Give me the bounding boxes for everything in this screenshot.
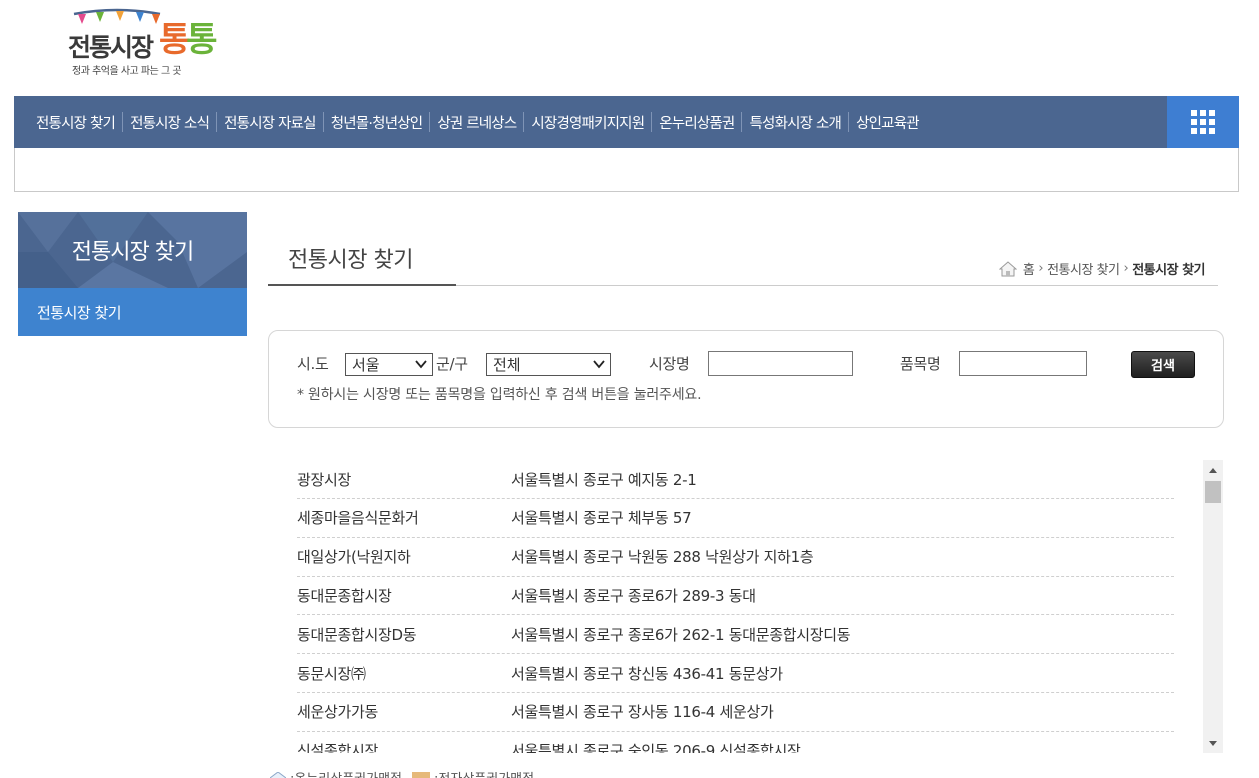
logo-main-text: 전통시장 (68, 33, 154, 62)
logo-accent-1: 통 (159, 20, 190, 60)
gift-voucher-icon (270, 771, 286, 778)
nav-item-label: 온누리상품권 (659, 115, 735, 132)
chevron-down-icon (593, 360, 605, 369)
grid-menu-icon (1191, 110, 1215, 134)
legend-item-1: :온누리상품권가맹점 (290, 768, 402, 778)
item-name-input[interactable] (959, 351, 1087, 376)
nav-item-4[interactable]: 상권 르네상스 (422, 112, 517, 133)
search-panel: 시.도 서울 군/구 전체 시장명 품목명 검색 * 원하시는 시장명 또는 품… (268, 330, 1224, 428)
breadcrumb-current: 전통시장 찾기 (1132, 263, 1205, 278)
sidebar-item-market-search[interactable]: 전통시장 찾기 (18, 288, 247, 336)
table-row[interactable]: 광장시장 서울특별시 종로구 예지동 2-1 (297, 460, 1174, 499)
table-row[interactable]: 동문시장㈜ 서울특별시 종로구 창신동 436-41 동문상가 (297, 654, 1174, 693)
e-voucher-icon (412, 772, 431, 778)
nav-separator (216, 112, 218, 132)
market-name[interactable]: 대일상가(낙원지하 (297, 546, 511, 567)
nav-item-label: 청년몰·청년상인 (330, 115, 423, 132)
market-address: 서울특별시 종로구 낙원동 288 낙원상가 지하1층 (511, 548, 814, 567)
market-name[interactable]: 동문시장㈜ (297, 663, 511, 684)
site-logo[interactable]: 전통시장 통통 정과 추억을 사고 파는 그 곳 (66, 6, 218, 78)
market-result-list: 광장시장 서울특별시 종로구 예지동 2-1 세종마을음식문화거 서울특별시 종로구 … (268, 460, 1224, 753)
breadcrumb: 홈 › 전통시장 찾기 › 전통시장 찾기 (998, 259, 1205, 278)
search-button[interactable]: 검색 (1131, 351, 1195, 378)
table-row[interactable]: 동대문종합시장 서울특별시 종로구 종로6가 289-3 동대 (297, 576, 1174, 616)
nav-item-5[interactable]: 시장경영패키지지원 (516, 112, 645, 133)
market-name[interactable]: 동대문종합시장 (297, 585, 511, 606)
nav-item-label: 상인교육관 (856, 115, 919, 132)
gungu-select-value: 전체 (493, 356, 521, 374)
scrollbar-thumb[interactable] (1205, 481, 1221, 503)
nav-separator (741, 112, 743, 132)
sidebar-title: 전통시장 찾기 (71, 240, 194, 265)
list-scrollbar[interactable] (1203, 460, 1223, 753)
main-nav-list: 전통시장 찾기 전통시장 소식 전통시장 자료실 청년몰·청년상인 상권 르네상스 시장경… (14, 96, 1239, 148)
table-row[interactable]: 동대문종합시장D동 서울특별시 종로구 종로6가 262-1 동대문종합시장디동 (297, 615, 1174, 655)
gungu-label: 군/구 (436, 355, 468, 373)
market-address: 서울특별시 종로구 예지동 2-1 (511, 470, 697, 489)
title-divider (456, 285, 1218, 286)
sido-select[interactable]: 서울 (345, 353, 433, 376)
nav-separator (848, 112, 850, 132)
logo-accent-2: 통 (186, 20, 217, 60)
item-name-label: 품목명 (900, 355, 941, 373)
breadcrumb-home[interactable]: 홈 (1023, 259, 1035, 278)
table-row[interactable]: 세운상가가동 서울특별시 종로구 장사동 116-4 세운상가 (297, 693, 1174, 732)
market-address: 서울특별시 종로구 체부동 57 (511, 509, 692, 528)
nav-separator (429, 112, 431, 132)
grid-menu-button[interactable] (1167, 96, 1239, 148)
nav-item-label: 시장경영패키지지원 (531, 115, 645, 132)
market-address: 서울특별시 종로구 종로6가 262-1 동대문종합시장디동 (511, 625, 851, 644)
market-name[interactable]: 광장시장 (297, 469, 511, 490)
table-row[interactable]: 신설종합시장 서울특별시 종로구 숭인동 206-9 신설종합시장 (297, 732, 1174, 753)
gungu-select[interactable]: 전체 (486, 353, 611, 376)
sido-label: 시.도 (297, 355, 329, 373)
nav-item-3[interactable]: 청년몰·청년상인 (316, 112, 423, 133)
market-address: 서울특별시 종로구 종로6가 289-3 동대 (511, 586, 756, 605)
nav-item-1[interactable]: 전통시장 소식 (115, 112, 210, 133)
scroll-up-icon[interactable] (1203, 462, 1223, 478)
table-row[interactable]: 세종마을음식문화거 서울특별시 종로구 체부동 57 (297, 499, 1174, 538)
sub-menu-bar (14, 148, 1239, 192)
nav-item-6[interactable]: 온누리상품권 (644, 112, 735, 133)
market-name[interactable]: 신설종합시장 (297, 740, 511, 753)
nav-item-label: 특성화시장 소개 (749, 115, 842, 132)
nav-item-0[interactable]: 전통시장 찾기 (36, 112, 116, 133)
home-icon[interactable] (998, 260, 1017, 277)
nav-item-label: 전통시장 소식 (130, 115, 210, 132)
market-name[interactable]: 동대문종합시장D동 (297, 624, 511, 645)
breadcrumb-level1[interactable]: 전통시장 찾기 (1047, 259, 1120, 278)
market-address: 서울특별시 종로구 장사동 116-4 세운상가 (511, 703, 774, 722)
market-name[interactable]: 세운상가가동 (297, 701, 511, 722)
legend: :온누리상품권가맹점 :전자상품권가맹점 (270, 768, 534, 778)
nav-item-label: 전통시장 찾기 (36, 115, 116, 132)
market-address: 서울특별시 종로구 창신동 436-41 동문상가 (511, 664, 783, 683)
chevron-right-icon: › (1123, 261, 1129, 276)
chevron-down-icon (415, 360, 427, 369)
bunting-flags-icon (73, 8, 161, 24)
logo-accent-text: 통통 (159, 12, 218, 61)
nav-separator (523, 112, 525, 132)
nav-item-label: 전통시장 자료실 (224, 115, 316, 132)
market-address: 서울특별시 종로구 숭인동 206-9 신설종합시장 (511, 742, 801, 753)
search-hint: * 원하시는 시장명 또는 품목명을 입력하신 후 검색 버튼을 눌러주세요. (297, 387, 702, 403)
main-nav: 전통시장 찾기 전통시장 소식 전통시장 자료실 청년몰·청년상인 상권 르네상스 시장경… (14, 96, 1239, 148)
chevron-right-icon: › (1038, 261, 1044, 276)
nav-item-8[interactable]: 상인교육관 (841, 112, 920, 133)
nav-item-label: 상권 르네상스 (437, 115, 517, 132)
nav-separator (122, 112, 124, 132)
logo-tagline: 정과 추억을 사고 파는 그 곳 (72, 66, 182, 77)
nav-separator (651, 112, 653, 132)
table-row[interactable]: 대일상가(낙원지하 서울특별시 종로구 낙원동 288 낙원상가 지하1층 (297, 538, 1174, 577)
sidebar-header: 전통시장 찾기 (18, 212, 247, 288)
market-name-label: 시장명 (649, 355, 690, 373)
market-name[interactable]: 세종마을음식문화거 (297, 507, 511, 528)
sido-select-value: 서울 (352, 356, 380, 374)
page-title: 전통시장 찾기 (268, 242, 456, 286)
nav-separator (322, 112, 324, 132)
scroll-down-icon[interactable] (1203, 735, 1223, 751)
legend-item-2: :전자상품권가맹점 (434, 768, 534, 778)
market-name-input[interactable] (708, 351, 853, 376)
nav-item-2[interactable]: 전통시장 자료실 (209, 112, 317, 133)
nav-item-7[interactable]: 특성화시장 소개 (734, 112, 842, 133)
